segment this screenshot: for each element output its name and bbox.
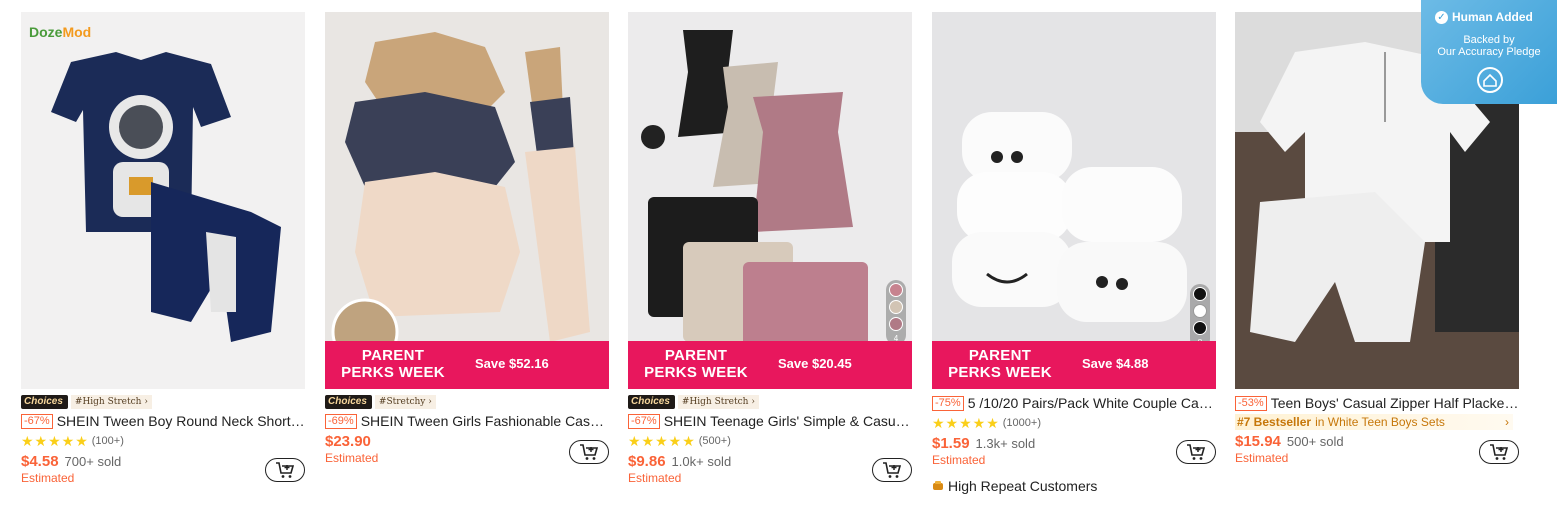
- rating-count: (100+): [91, 435, 124, 447]
- promo-banner-title: PARENT PERKS WEEK: [341, 347, 445, 381]
- discount-badge: -69%: [325, 413, 357, 429]
- product-title[interactable]: SHEIN Teenage Girls' Simple & Casual Rib…: [664, 413, 912, 429]
- product-image[interactable]: 4 PARENT PERKS WEEK Save $20.45: [628, 12, 912, 389]
- swatch[interactable]: [889, 317, 903, 331]
- discount-badge: -53%: [1235, 395, 1267, 411]
- discount-badge: -67%: [21, 413, 53, 429]
- swatch[interactable]: [1193, 304, 1207, 318]
- sweatshirt-set-photo: [325, 12, 609, 389]
- promo-banner-title: PARENT PERKS WEEK: [644, 347, 748, 381]
- repeat-customer-icon: [933, 481, 943, 490]
- high-repeat-badge: High Repeat Customers: [932, 478, 1216, 494]
- socks-photo: [932, 12, 1216, 389]
- rating-count: (1000+): [1002, 417, 1041, 429]
- product-card[interactable]: DozeMod Choices #High Stretch › -67% SHE…: [21, 12, 305, 485]
- promo-banner-title: PARENT PERKS WEEK: [948, 347, 1052, 381]
- product-image[interactable]: DozeMod: [21, 12, 305, 389]
- promo-banner[interactable]: PARENT PERKS WEEK Save $20.45: [628, 341, 912, 389]
- star-rating-icon: ★★★★★: [21, 433, 89, 449]
- product-title[interactable]: 5 /10/20 Pairs/Pack White Couple Cartoon…: [968, 395, 1216, 411]
- price-estimated-label: Estimated: [325, 451, 379, 465]
- promo-banner[interactable]: PARENT PERKS WEEK Save $52.16: [325, 341, 609, 389]
- add-to-cart-button[interactable]: [569, 440, 609, 464]
- price: $1.59: [932, 435, 970, 452]
- price: $4.58: [21, 453, 59, 470]
- bestseller-badge[interactable]: #7 Bestseller in White Teen Boys Sets ›: [1235, 414, 1513, 430]
- cart-plus-icon: [580, 444, 599, 460]
- swatch[interactable]: [889, 300, 903, 314]
- color-swatches[interactable]: 8: [1190, 284, 1210, 349]
- star-rating-icon: ★★★★★: [628, 433, 696, 449]
- promo-save-amount: Save $52.16: [475, 356, 549, 371]
- sold-count: 700+ sold: [64, 454, 122, 469]
- product-image[interactable]: PARENT PERKS WEEK Save $52.16: [325, 12, 609, 389]
- attribute-tag[interactable]: #Stretchy ›: [374, 395, 436, 409]
- add-to-cart-button[interactable]: [872, 458, 912, 482]
- sold-count: 1.3k+ sold: [975, 436, 1036, 451]
- choices-badge: Choices: [21, 395, 68, 409]
- add-to-cart-button[interactable]: [265, 458, 305, 482]
- chevron-right-icon: ›: [1505, 415, 1509, 429]
- product-card[interactable]: 8 PARENTPERKS WEEK Save $4.88 -75% 5 /10…: [932, 12, 1216, 494]
- accuracy-pledge-badge[interactable]: ✓ Human Added Backed by Our Accuracy Ple…: [1421, 0, 1557, 104]
- price: $23.90: [325, 433, 371, 450]
- promo-save-amount: Save $4.88: [1082, 356, 1149, 371]
- rating-row: ★★★★★ (1000+): [932, 415, 1216, 431]
- cart-plus-icon: [1490, 444, 1509, 460]
- swatch[interactable]: [1193, 287, 1207, 301]
- price-estimated-label: Estimated: [1235, 451, 1289, 465]
- price: $15.94: [1235, 433, 1281, 450]
- add-to-cart-button[interactable]: [1176, 440, 1216, 464]
- bestseller-rank: #7 Bestseller: [1237, 415, 1312, 429]
- astronaut-set-photo: [21, 12, 305, 389]
- tag-row: Choices #High Stretch ›: [628, 395, 912, 409]
- swatch[interactable]: [889, 283, 903, 297]
- add-to-cart-button[interactable]: [1479, 440, 1519, 464]
- rating-count: (500+): [698, 435, 731, 447]
- cart-plus-icon: [1187, 444, 1206, 460]
- attribute-tag[interactable]: #High Stretch ›: [677, 395, 759, 409]
- sold-count: 500+ sold: [1286, 434, 1344, 449]
- swatch[interactable]: [1193, 321, 1207, 335]
- choices-badge: Choices: [325, 395, 372, 409]
- sold-count: 1.0k+ sold: [671, 454, 732, 469]
- brand-logo: DozeMod: [29, 24, 92, 40]
- product-card[interactable]: 4 PARENT PERKS WEEK Save $20.45 Choices #…: [628, 12, 912, 485]
- discount-badge: -75%: [932, 395, 964, 411]
- price-estimated-label: Estimated: [932, 453, 986, 467]
- tank-set-photo: [628, 12, 912, 389]
- pledge-shield-icon: [1477, 67, 1503, 93]
- product-image[interactable]: 8 PARENTPERKS WEEK Save $4.88: [932, 12, 1216, 389]
- attribute-tag[interactable]: #High Stretch ›: [70, 395, 152, 409]
- color-swatches[interactable]: 4: [886, 280, 906, 345]
- promo-banner[interactable]: PARENT PERKS WEEK Save $4.88: [932, 341, 1216, 389]
- discount-badge: -67%: [628, 413, 660, 429]
- product-title[interactable]: SHEIN Tween Boy Round Neck Short Sleeve …: [57, 413, 305, 429]
- bestseller-category: in White Teen Boys Sets: [1315, 415, 1445, 429]
- rating-row: ★★★★★ (500+): [628, 433, 912, 449]
- tag-row: Choices #Stretchy ›: [325, 395, 609, 409]
- product-title[interactable]: SHEIN Tween Girls Fashionable Casual Swe…: [361, 413, 609, 429]
- star-rating-icon: ★★★★★: [932, 415, 1000, 431]
- choices-badge: Choices: [628, 395, 675, 409]
- price: $9.86: [628, 453, 666, 470]
- product-title[interactable]: Teen Boys' Casual Zipper Half Placket Po…: [1271, 395, 1519, 411]
- price-estimated-label: Estimated: [628, 471, 682, 485]
- promo-save-amount: Save $20.45: [778, 356, 852, 371]
- check-icon: ✓: [1435, 10, 1448, 24]
- pledge-line-1: Backed by: [1463, 34, 1515, 46]
- cart-plus-icon: [276, 462, 295, 478]
- tag-row: Choices #High Stretch ›: [21, 395, 305, 409]
- cart-plus-icon: [883, 462, 902, 478]
- pledge-line-2: Our Accuracy Pledge: [1437, 46, 1541, 58]
- price-estimated-label: Estimated: [21, 471, 75, 485]
- product-card[interactable]: PARENT PERKS WEEK Save $52.16 Choices #St…: [325, 12, 609, 465]
- rating-row: ★★★★★ (100+): [21, 433, 305, 449]
- pledge-title: Human Added: [1452, 10, 1533, 24]
